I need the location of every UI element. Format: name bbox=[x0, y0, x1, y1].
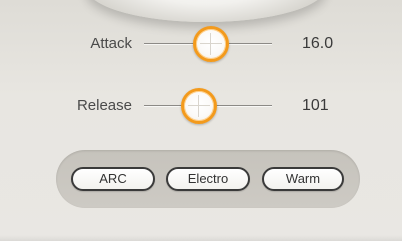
main-knob[interactable] bbox=[86, 0, 326, 22]
preset-button-arc[interactable]: ARC bbox=[71, 167, 155, 191]
crosshair-icon bbox=[188, 105, 210, 106]
preset-button-electro[interactable]: Electro bbox=[166, 167, 250, 191]
crosshair-icon bbox=[200, 43, 222, 44]
preset-button-warm[interactable]: Warm bbox=[262, 167, 344, 191]
release-value: 101 bbox=[302, 97, 329, 114]
preset-bar: ARC Electro Warm bbox=[56, 150, 360, 208]
attack-slider-thumb[interactable] bbox=[193, 26, 229, 62]
attack-value: 16.0 bbox=[302, 35, 334, 52]
release-slider-thumb[interactable] bbox=[181, 88, 217, 124]
crosshair-icon bbox=[210, 33, 211, 55]
release-label: Release bbox=[76, 97, 132, 114]
crosshair-icon bbox=[198, 95, 199, 117]
attack-label: Attack bbox=[90, 35, 132, 52]
release-row: Release 101 bbox=[0, 86, 402, 126]
attack-row: Attack 16.0 bbox=[0, 24, 402, 64]
envelope-panel: Attack 16.0 Release 101 ARC Electro Warm bbox=[0, 0, 402, 241]
